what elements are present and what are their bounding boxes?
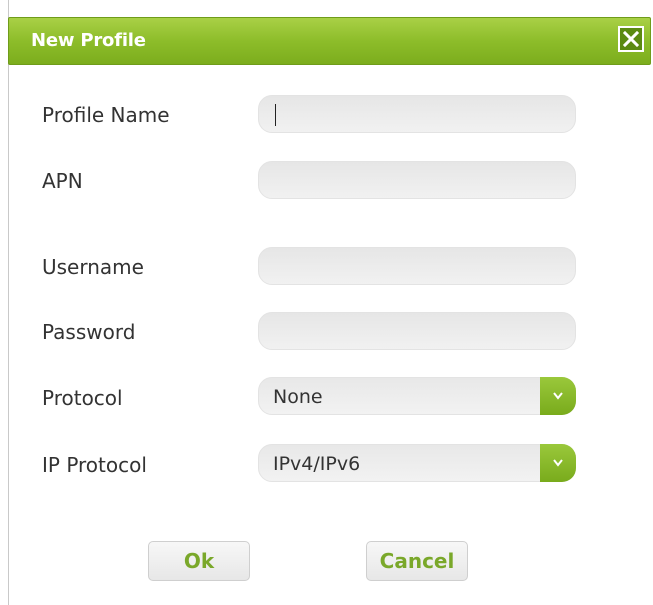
protocol-selected-value: None <box>273 386 323 408</box>
profile-name-input[interactable] <box>259 96 575 132</box>
cancel-button[interactable]: Cancel <box>366 541 468 581</box>
protocol-select[interactable]: None <box>258 377 576 415</box>
protocol-dropdown-button[interactable] <box>540 377 576 415</box>
protocol-label: Protocol <box>42 386 123 410</box>
chevron-down-icon <box>553 392 563 400</box>
close-button[interactable] <box>618 26 644 52</box>
text-cursor <box>275 104 276 126</box>
ip-protocol-selected-value: IPv4/IPv6 <box>273 453 361 475</box>
dialog-title: New Profile <box>31 30 146 51</box>
ip-protocol-select[interactable]: IPv4/IPv6 <box>258 444 576 482</box>
username-label: Username <box>42 255 144 279</box>
password-field[interactable] <box>258 312 576 350</box>
apn-input[interactable] <box>259 162 575 198</box>
ip-protocol-label: IP Protocol <box>42 453 147 477</box>
ip-protocol-dropdown-button[interactable] <box>540 444 576 482</box>
profile-name-label: Profile Name <box>42 103 170 127</box>
close-icon <box>623 31 639 47</box>
username-field[interactable] <box>258 247 576 285</box>
chevron-down-icon <box>553 459 563 467</box>
password-label: Password <box>42 320 136 344</box>
password-input[interactable] <box>259 313 575 349</box>
apn-label: APN <box>42 169 83 193</box>
profile-name-field[interactable] <box>258 95 576 133</box>
username-input[interactable] <box>259 248 575 284</box>
dialog-titlebar: New Profile <box>8 17 651 65</box>
ok-button[interactable]: Ok <box>148 541 250 581</box>
apn-field[interactable] <box>258 161 576 199</box>
new-profile-dialog <box>8 0 653 605</box>
